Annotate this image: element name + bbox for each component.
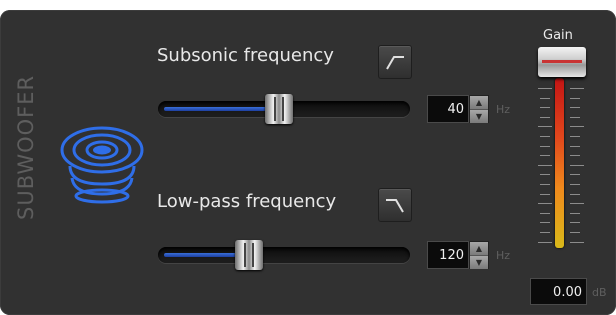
low-pass-filter-button[interactable] <box>378 188 412 222</box>
gain-scale-tick <box>570 126 584 128</box>
gain-scale-tick <box>570 116 580 118</box>
gain-scale-tick <box>540 155 550 157</box>
gain-scale-tick <box>570 164 584 166</box>
gain-scale-tick <box>570 222 580 224</box>
gain-scale-tick <box>540 116 550 118</box>
slider-fill <box>164 107 267 111</box>
gain-scale-tick <box>570 136 580 137</box>
gain-scale-tick <box>570 88 584 89</box>
gain-scale-tick <box>540 212 550 214</box>
gain-scale-tick <box>540 232 550 233</box>
decrement-arrow-icon[interactable]: ▼ <box>470 109 488 123</box>
slider-thumb[interactable] <box>235 240 263 270</box>
gain-scale-tick <box>540 97 550 99</box>
gain-scale-tick <box>540 136 550 137</box>
gain-scale-tick <box>570 241 584 243</box>
lowpass-unit-label: Hz <box>496 249 511 262</box>
gain-scale-tick <box>570 184 580 185</box>
gain-scale-tick <box>540 222 550 224</box>
slider-fill <box>164 253 237 257</box>
lowpass-frequency-label: Low-pass frequency <box>157 191 337 212</box>
gain-scale-tick <box>570 174 580 176</box>
gain-scale-tick <box>540 174 550 176</box>
gain-value-field[interactable]: 0.00 <box>530 278 587 305</box>
high-pass-filter-button[interactable] <box>378 45 412 79</box>
gain-scale-tick <box>538 241 552 243</box>
gain-scale-tick <box>570 145 580 147</box>
low-pass-filter-icon <box>386 199 404 213</box>
subsonic-frequency-stepper: 40 ▲ ▼ <box>427 95 489 123</box>
slider-thumb[interactable] <box>265 94 293 124</box>
gain-scale-tick <box>540 184 550 185</box>
lowpass-frequency-value[interactable]: 120 <box>427 241 469 269</box>
subwoofer-speaker-icon <box>60 126 144 204</box>
gain-level-meter <box>555 78 564 248</box>
decrement-arrow-icon[interactable]: ▼ <box>470 255 488 269</box>
subwoofer-panel: SUBWOOFER Subsonic frequency 40 ▲ ▼ Hz L… <box>0 10 616 315</box>
gain-scale-tick <box>540 193 550 195</box>
high-pass-filter-icon <box>386 56 404 70</box>
gain-scale-tick <box>570 107 580 109</box>
subsonic-unit-label: Hz <box>496 103 511 116</box>
lowpass-frequency-stepper: 120 ▲ ▼ <box>427 241 489 269</box>
gain-label: Gain <box>543 28 573 43</box>
gain-scale-tick <box>538 88 552 89</box>
gain-scale-tick <box>570 203 584 205</box>
gain-scale-tick <box>538 164 552 166</box>
gain-fader-thumb[interactable] <box>538 47 586 77</box>
gain-scale-tick <box>540 107 550 109</box>
gain-scale-tick <box>570 232 580 233</box>
gain-scale-tick <box>538 203 552 205</box>
fader-indicator-line <box>542 60 582 63</box>
increment-arrow-icon[interactable]: ▲ <box>470 96 488 109</box>
gain-scale-tick <box>570 193 580 195</box>
subsonic-frequency-slider[interactable] <box>158 94 410 124</box>
subsonic-frequency-label: Subsonic frequency <box>157 45 334 66</box>
increment-arrow-icon[interactable]: ▲ <box>470 242 488 255</box>
gain-scale-tick <box>540 145 550 147</box>
gain-scale-tick <box>570 97 580 99</box>
gain-scale-tick <box>570 155 580 157</box>
subsonic-frequency-value[interactable]: 40 <box>427 95 469 123</box>
lowpass-frequency-slider[interactable] <box>158 240 410 270</box>
gain-unit-label: dB <box>592 286 607 299</box>
panel-title: SUBWOOFER <box>14 74 38 220</box>
gain-scale-tick <box>570 212 580 214</box>
gain-scale-tick <box>538 126 552 128</box>
